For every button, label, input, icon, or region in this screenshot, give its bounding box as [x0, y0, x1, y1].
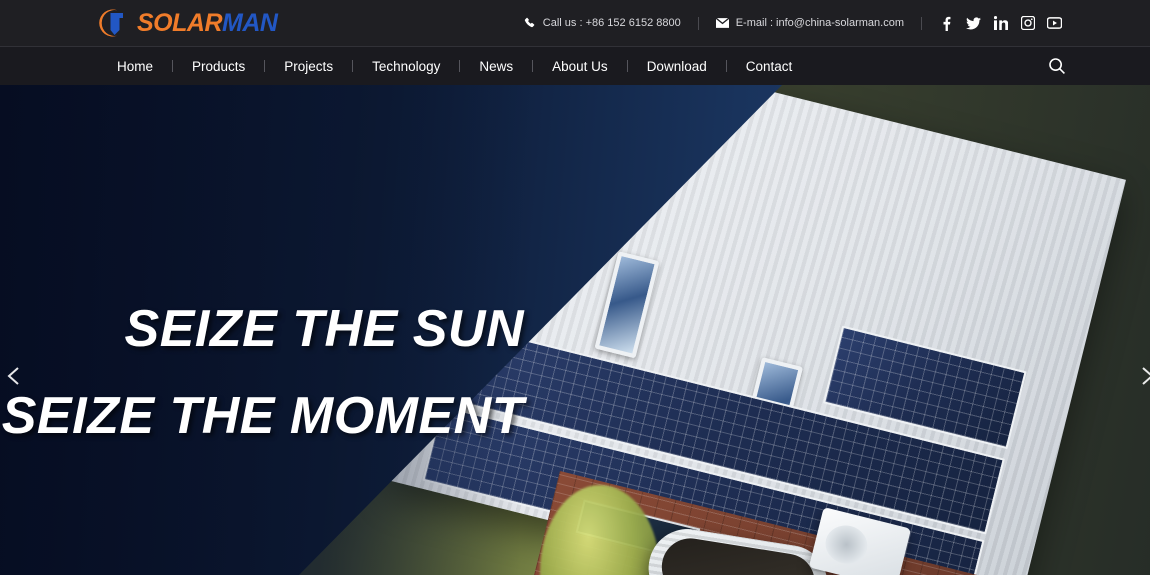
logo-wordmark: SOLARMAN	[137, 8, 278, 37]
site-logo[interactable]: SOLARMAN	[97, 6, 278, 40]
hero-headline-line-1: SEIZE THE SUN	[124, 300, 524, 358]
chevron-right-icon[interactable]	[1133, 363, 1150, 389]
nav-item-projects[interactable]: Projects	[265, 59, 352, 74]
hero-slider: SEIZE THE SUN SEIZE THE MOMENT	[0, 85, 1150, 575]
hero-headline-line-2: SEIZE THE MOMENT	[1, 387, 524, 445]
nav-item-news[interactable]: News	[460, 59, 532, 74]
divider	[697, 16, 699, 30]
nav-item-products[interactable]: Products	[173, 59, 264, 74]
email-label: E-mail : info@china-solarman.com	[735, 17, 904, 29]
envelope-icon	[715, 18, 729, 28]
logo-word-solar: SOLAR	[137, 8, 223, 37]
search-icon[interactable]	[1046, 55, 1068, 77]
logo-word-man: MAN	[222, 8, 278, 37]
phone-contact[interactable]: Call us : +86 152 6152 8800	[524, 17, 681, 29]
main-nav-bar: Home Products Projects Technology News A…	[0, 47, 1150, 85]
nav-item-download[interactable]: Download	[628, 59, 726, 74]
main-nav: Home Products Projects Technology News A…	[98, 59, 811, 74]
email-contact[interactable]: E-mail : info@china-solarman.com	[715, 17, 904, 29]
top-contact-info: Call us : +86 152 6152 8800 E-mail : inf…	[524, 16, 1062, 31]
nav-item-technology[interactable]: Technology	[353, 59, 459, 74]
nav-item-contact[interactable]: Contact	[727, 59, 812, 74]
hero-headline-block: SEIZE THE SUN SEIZE THE MOMENT	[0, 303, 560, 442]
chevron-left-icon[interactable]	[2, 363, 28, 389]
facebook-icon[interactable]	[939, 16, 954, 31]
instagram-icon[interactable]	[1020, 16, 1035, 31]
phone-label: Call us : +86 152 6152 8800	[542, 17, 681, 29]
solarman-sun-logo-icon	[97, 6, 131, 40]
top-bar: SOLARMAN Call us : +86 152 6152 8800 E-m…	[0, 0, 1150, 47]
twitter-icon[interactable]	[966, 16, 981, 31]
social-links	[939, 16, 1062, 31]
youtube-icon[interactable]	[1047, 16, 1062, 31]
nav-item-about-us[interactable]: About Us	[533, 59, 627, 74]
phone-icon	[524, 17, 536, 29]
nav-item-home[interactable]: Home	[98, 59, 172, 74]
divider	[921, 16, 922, 30]
linkedin-icon[interactable]	[993, 16, 1008, 31]
